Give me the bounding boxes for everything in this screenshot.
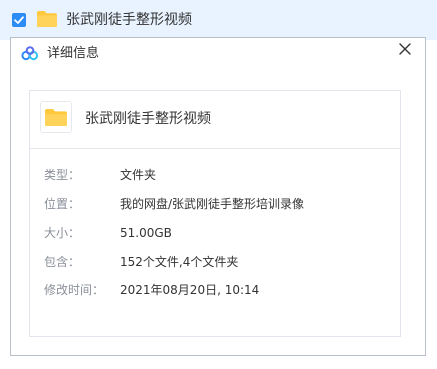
folder-icon: [37, 11, 57, 27]
dialog-title: 详细信息: [47, 46, 100, 61]
detail-row-size: 大小： 51.00GB: [30, 224, 400, 242]
close-icon[interactable]: [397, 41, 413, 57]
row-checkbox[interactable]: [12, 13, 26, 27]
detail-row-modified: 修改时间： 2021年08月20日, 10:14: [30, 281, 400, 299]
checkmark-icon: [14, 16, 24, 24]
detail-row-type: 类型： 文件夹: [30, 166, 400, 184]
folder-thumbnail: [40, 101, 72, 133]
detail-value: 我的网盘/张武刚徒手整形培训录像: [120, 197, 305, 211]
folder-icon: [45, 109, 67, 126]
detail-label: 类型：: [44, 168, 81, 182]
detail-value: 文件夹: [120, 168, 157, 182]
dialog-header: 详细信息: [11, 38, 425, 70]
detail-label: 修改时间：: [44, 283, 105, 297]
details-panel: 张武刚徒手整形视频 类型： 文件夹 位置： 我的网盘/张武刚徒手整形培训录像 大…: [29, 90, 401, 337]
panel-header: 张武刚徒手整形视频: [30, 91, 400, 149]
item-name: 张武刚徒手整形视频: [85, 111, 211, 127]
detail-label: 大小：: [44, 226, 81, 240]
detail-value: 152个文件,4个文件夹: [120, 255, 239, 269]
detail-row-contains: 包含： 152个文件,4个文件夹: [30, 253, 400, 271]
detail-row-location: 位置： 我的网盘/张武刚徒手整形培训录像: [30, 195, 400, 213]
baidu-netdisk-logo-icon: [21, 46, 39, 61]
file-name[interactable]: 张武刚徒手整形视频: [66, 11, 192, 29]
details-dialog: 详细信息 张武刚徒手整形视频 类型： 文件夹 位置： 我的网盘/张武刚徒手整形培…: [10, 37, 426, 356]
detail-label: 包含：: [44, 255, 81, 269]
file-row[interactable]: 张武刚徒手整形视频: [0, 0, 437, 40]
detail-value: 2021年08月20日, 10:14: [120, 283, 260, 297]
detail-value: 51.00GB: [120, 226, 172, 240]
detail-label: 位置：: [44, 197, 81, 211]
